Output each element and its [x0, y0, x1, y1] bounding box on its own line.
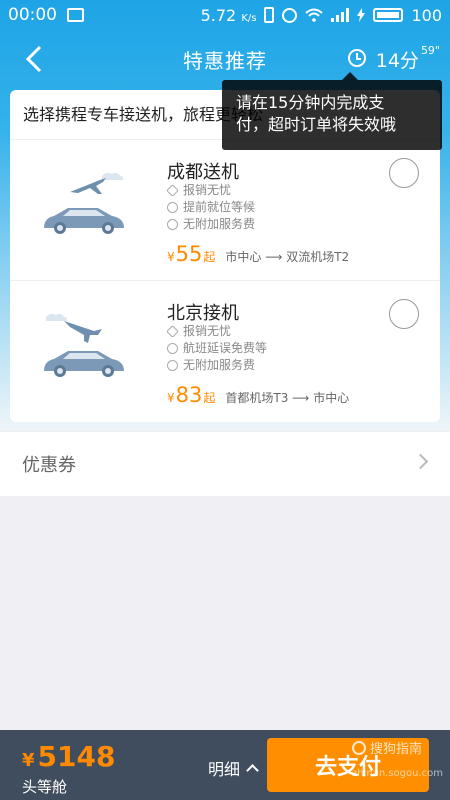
no-fee-icon: [167, 360, 178, 371]
charging-icon: [357, 8, 366, 22]
feature-item: 无附加服务费: [167, 216, 255, 233]
service-features: 报销无忧 提前就位等候 无附加服务费: [166, 182, 255, 233]
alarm-icon: [282, 7, 298, 23]
no-fee-icon: [167, 219, 178, 230]
select-radio-beijing[interactable]: [389, 299, 419, 329]
battery-icon: [373, 8, 404, 22]
service-item-beijing-pickup[interactable]: 北京接机 报销无忧 航班延误免费等 无附加服务费 ¥ 83 起 首都机场T3 ⟶…: [10, 281, 440, 422]
status-time: 00:00: [8, 5, 57, 25]
watermark-url: zhinan.sogou.com: [352, 768, 444, 779]
status-bar: 00:00 5.72 K/s 100: [0, 0, 450, 30]
airport-dropoff-illustration: [44, 172, 124, 234]
total-price: ¥ 5148: [22, 740, 115, 773]
currency-symbol: ¥: [167, 391, 175, 405]
cabin-class: 头等舱: [22, 778, 68, 796]
price-suffix: 起: [203, 391, 216, 405]
receipt-icon: [166, 184, 179, 197]
feature-label: 报销无忧: [183, 324, 232, 338]
price-row: ¥ 83 起 首都机场T3 ⟶ 市中心: [167, 383, 349, 407]
vibrate-icon: [264, 7, 275, 23]
service-features: 报销无忧 航班延误免费等 无附加服务费: [166, 323, 267, 374]
receipt-icon: [166, 325, 179, 338]
route-text: 市中心 ⟶ 双流机场T2: [225, 250, 350, 264]
detail-label: 明细: [208, 760, 241, 779]
service-item-chengdu-dropoff[interactable]: 成都送机 报销无忧 提前就位等候 无附加服务费 ¥ 55 起 市中心 ⟶ 双流机…: [10, 140, 440, 281]
price-amount: 83: [175, 383, 203, 407]
feature-item: 提前就位等候: [167, 199, 255, 216]
route-text: 首都机场T3 ⟶ 市中心: [225, 391, 350, 405]
watermark: 搜狗指南: [352, 738, 422, 757]
timer-seconds: 59": [420, 44, 440, 57]
watermark-name: 搜狗指南: [370, 742, 423, 757]
feature-label: 报销无忧: [183, 183, 232, 197]
feature-item: 报销无忧: [166, 323, 267, 340]
feature-item: 无附加服务费: [167, 357, 267, 374]
feature-item: 航班延误免费等: [167, 340, 267, 357]
price-suffix: 起: [203, 250, 216, 264]
page-title: 特惠推荐: [183, 48, 267, 73]
total-amount: 5148: [37, 740, 116, 773]
wifi-icon: [305, 8, 324, 22]
feature-label: 提前就位等候: [183, 200, 256, 214]
countdown-timer: 14分 59": [347, 44, 440, 73]
chevron-up-icon: [246, 764, 259, 777]
chevron-right-icon: [412, 453, 429, 470]
price-row: ¥ 55 起 市中心 ⟶ 双流机场T2: [167, 242, 349, 266]
feature-label: 无附加服务费: [183, 358, 256, 372]
tooltip-line-1: 请在15分钟内完成支: [236, 93, 385, 112]
timer-minutes: 14分: [375, 50, 419, 72]
currency-symbol: ¥: [167, 250, 175, 264]
feature-label: 航班延误免费等: [183, 341, 268, 355]
service-name: 成都送机: [167, 162, 239, 183]
total-currency: ¥: [22, 750, 35, 771]
clock-small-icon: [167, 343, 178, 354]
payment-timeout-tooltip: 请在15分钟内完成支 付，超时订单将失效哦: [222, 72, 442, 150]
feature-item: 报销无忧: [166, 182, 255, 199]
coupon-row[interactable]: 优惠券: [0, 432, 450, 496]
coupon-label: 优惠券: [22, 455, 76, 476]
tooltip-line-2: 付，超时订单将失效哦: [236, 115, 397, 134]
service-name: 北京接机: [167, 303, 239, 324]
network-speed-unit: K/s: [241, 12, 257, 24]
select-radio-chengdu[interactable]: [389, 158, 419, 188]
back-icon[interactable]: [22, 44, 46, 74]
sogou-logo-icon: [352, 740, 366, 755]
signal-icon: [331, 8, 350, 22]
airport-pickup-illustration: [44, 313, 124, 377]
clock-icon: [347, 49, 366, 67]
battery-level: 100: [411, 5, 442, 25]
feature-label: 无附加服务费: [183, 217, 256, 231]
detail-toggle[interactable]: 明细: [208, 756, 259, 780]
image-notification-icon: [67, 8, 84, 22]
check-icon: [167, 202, 178, 213]
price-amount: 55: [175, 242, 203, 266]
network-speed: 5.72 K/s: [201, 6, 257, 25]
network-speed-value: 5.72: [200, 5, 237, 25]
